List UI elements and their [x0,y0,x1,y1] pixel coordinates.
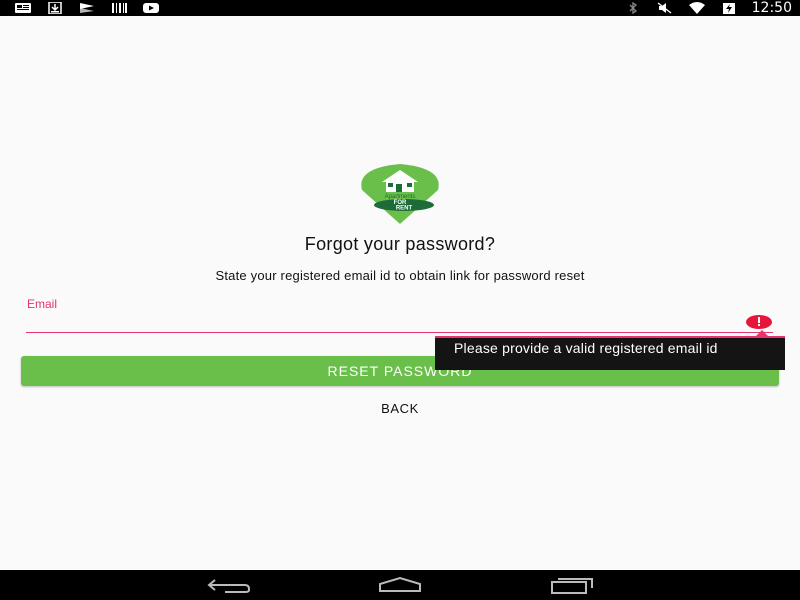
error-popup: Please provide a valid registered email … [435,336,785,370]
barcode-icon [112,3,127,13]
back-button[interactable]: BACK [340,398,460,418]
wifi-icon [688,2,705,14]
navigation-bar [0,570,800,600]
email-field[interactable] [26,312,773,333]
download-icon [48,2,62,14]
clock: 12:50 [751,0,792,16]
flag-icon [80,3,94,13]
logo-badge-text-2: RENT [396,206,413,212]
page-subtitle: State your registered email id to obtain… [215,268,585,283]
error-message: Please provide a valid registered email … [454,340,718,356]
message-icon [15,3,31,13]
recents-icon[interactable] [548,576,596,594]
home-icon[interactable] [376,576,424,594]
email-label: Email [27,297,58,311]
error-icon [746,315,772,329]
battery-charging-icon [722,3,735,14]
youtube-icon [143,3,159,13]
muted-icon [657,2,672,14]
app-logo: Apartments FOR RENT [361,164,439,224]
status-bar: 12:50 [0,0,800,16]
back-icon[interactable] [205,576,253,594]
bluetooth-icon [629,2,637,14]
page-title: Forgot your password? [304,234,496,254]
